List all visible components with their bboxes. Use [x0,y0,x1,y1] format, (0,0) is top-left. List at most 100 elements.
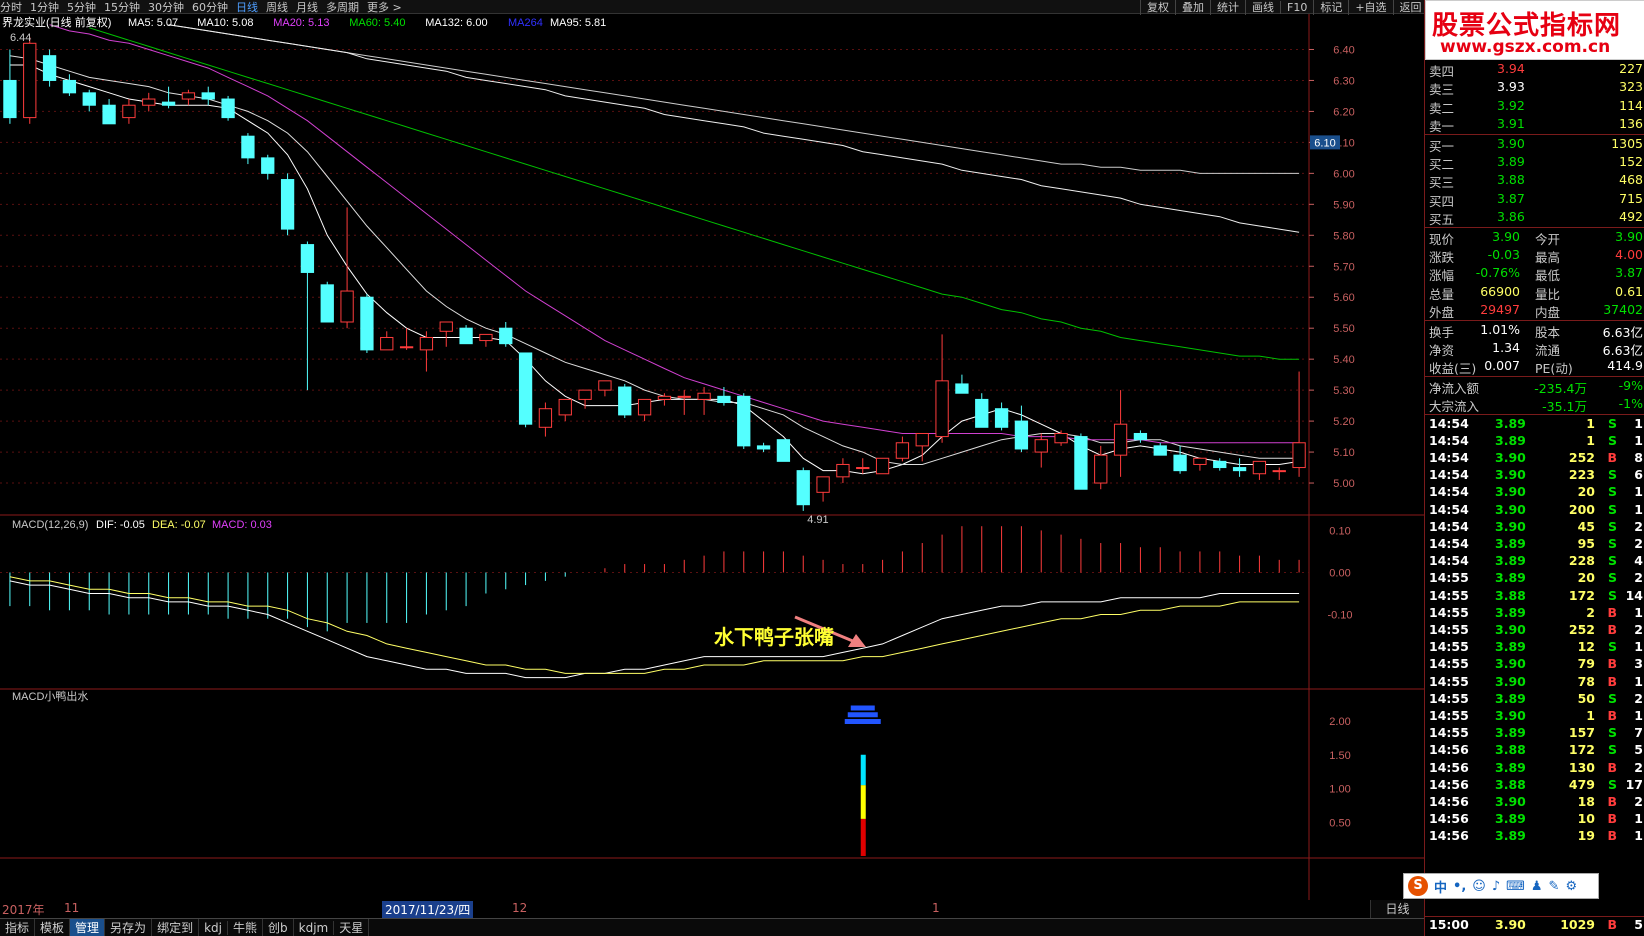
tool-button[interactable]: 返回 [1392,0,1428,15]
ma-line-ma5 [9,64,1300,475]
candle-body [1074,436,1088,490]
candle-body [955,383,969,394]
ask-volume: 323 [1619,79,1643,95]
period-range-button[interactable]: 日线 [1370,900,1424,918]
tool-button[interactable]: 复权 [1140,0,1175,15]
kline-chart-area[interactable]: 6.44 4.91 6.40 6.30 6.20 6.10 6.00 5.90 5.80 5.7… [0,14,1424,920]
keyboard-icon[interactable]: ⌨ [1506,879,1525,894]
tick-count: 17 [1625,776,1643,792]
period-tab[interactable]: 15分钟 [104,0,140,15]
tick-direction: S [1607,553,1617,569]
candle-body [697,392,711,400]
quote-row: 涨幅 -0.76% 最低 3.87 [1425,264,1644,283]
period-tab[interactable]: 分时 [0,0,22,15]
flow-pct: -9% [1618,377,1643,393]
candle-body [380,336,394,351]
flow-row: 大宗流入 -35.1万 -1% [1425,395,1644,415]
ime-toolbar[interactable]: S 中 •, ☺ ♪ ⌨ ♟ ✎ ⚙ [1403,873,1599,899]
last-tick-time: 15:00 [1429,917,1469,932]
flow-value: -35.1万 [1542,399,1587,415]
tick-direction: S [1607,587,1617,603]
bottom-tab[interactable]: 模板 [35,919,71,936]
price-tick-label: 5.60 [1333,292,1354,304]
tick-time: 14:54 [1429,501,1469,517]
candle-body [1034,439,1048,453]
period-tab[interactable]: 1分钟 [30,0,59,15]
punctuation-icon[interactable]: •, [1453,879,1466,894]
period-tab[interactable]: 多周期 [326,0,359,15]
candle-body [161,101,176,106]
tick-time: 14:56 [1429,828,1469,844]
tick-volume: 45 [1577,518,1595,534]
candle-body [518,352,533,425]
tick-row: 14:54 3.89 95 S 2 [1425,536,1644,553]
fundamental-value: 1.34 [1492,340,1520,355]
sogou-icon[interactable]: S [1408,876,1428,896]
tick-direction: S [1607,484,1617,500]
period-tab[interactable]: 周线 [266,0,288,15]
bid-volume: 152 [1619,154,1643,169]
tick-volume: 223 [1568,467,1595,483]
bottom-tab[interactable]: 创b [263,919,294,936]
tick-volume: 79 [1577,656,1595,672]
tool-button[interactable]: 画线 [1245,0,1280,15]
bottom-tab[interactable]: kdjm [294,920,335,935]
quote-label-2: 今开 [1535,231,1561,247]
tick-volume: 172 [1568,742,1595,758]
tick-price: 3.89 [1495,811,1526,827]
tick-row: 14:54 3.90 223 S 6 [1425,467,1644,484]
price-tick-label: 6.20 [1333,106,1354,118]
candle-body [1133,432,1148,441]
bid-price: 3.88 [1497,172,1525,188]
period-tab[interactable]: 60分钟 [192,0,228,15]
emoji-icon[interactable]: ☺ [1472,879,1486,894]
tool-button[interactable]: F10 [1280,0,1313,14]
tick-volume: 20 [1577,484,1595,500]
period-tab[interactable]: 日线 [236,0,258,15]
low-price-label: 4.91 [807,514,828,526]
tick-price: 3.88 [1495,742,1526,758]
fundamental-label: 收益(三) [1429,361,1477,377]
bottom-tab[interactable]: 牛熊 [228,919,263,936]
tick-price: 3.89 [1495,536,1526,551]
tick-direction: S [1607,415,1617,431]
tick-time: 14:54 [1429,553,1469,569]
period-tab[interactable]: 月线 [296,0,318,15]
candle-body [677,395,691,398]
signal-marker-bar [844,719,881,724]
candle-body [994,408,1009,428]
candle-body [360,296,374,351]
user-icon[interactable]: ♟ [1531,879,1543,894]
quote-value-2: 37402 [1603,302,1643,318]
ime-language[interactable]: 中 [1434,877,1447,896]
tool-button[interactable]: 标记 [1313,0,1348,15]
period-tab[interactable]: 5分钟 [67,0,96,15]
ask-label: 卖一 [1429,119,1455,135]
bottom-tab[interactable]: 另存为 [105,919,153,936]
ask-price: 3.94 [1497,61,1525,76]
tick-volume: 95 [1577,536,1595,551]
tick-row: 14:54 3.90 200 S 1 [1425,502,1644,519]
candle-body [578,389,592,400]
tool-button[interactable]: +自选 [1348,0,1392,15]
bottom-tab[interactable]: kdj [199,920,228,935]
ask-row: 卖一 3.91 136 [1425,115,1644,135]
bottom-tab[interactable]: 指标 [0,919,36,936]
period-tab[interactable]: 30分钟 [148,0,184,15]
skin-icon[interactable]: ✎ [1549,879,1560,894]
bottom-tab[interactable]: 天星 [334,919,370,936]
price-tick-label: 6.30 [1333,75,1354,87]
microphone-icon[interactable]: ♪ [1492,879,1500,894]
settings-icon[interactable]: ⚙ [1565,879,1577,894]
period-tabs: 分时 1分钟 5分钟 15分钟 30分钟 60分钟 日线 周线 月线 多周期 更多 > [0,0,402,14]
tick-row: 14:55 3.88 172 S 14 [1425,588,1644,605]
tool-button[interactable]: 统计 [1210,0,1245,15]
period-tab[interactable]: 更多 > [367,0,402,15]
ask-volume: 114 [1619,97,1643,113]
bottom-tab[interactable]: 管理 [70,919,106,936]
main-legend-title: 界龙实业(日线 前复权) [2,15,111,29]
tool-button[interactable]: 叠加 [1175,0,1210,15]
tick-row: 14:56 3.88 172 S 5 [1425,742,1644,759]
bottom-tab[interactable]: 绑定到 [152,919,200,936]
tick-price: 3.89 [1495,690,1526,706]
